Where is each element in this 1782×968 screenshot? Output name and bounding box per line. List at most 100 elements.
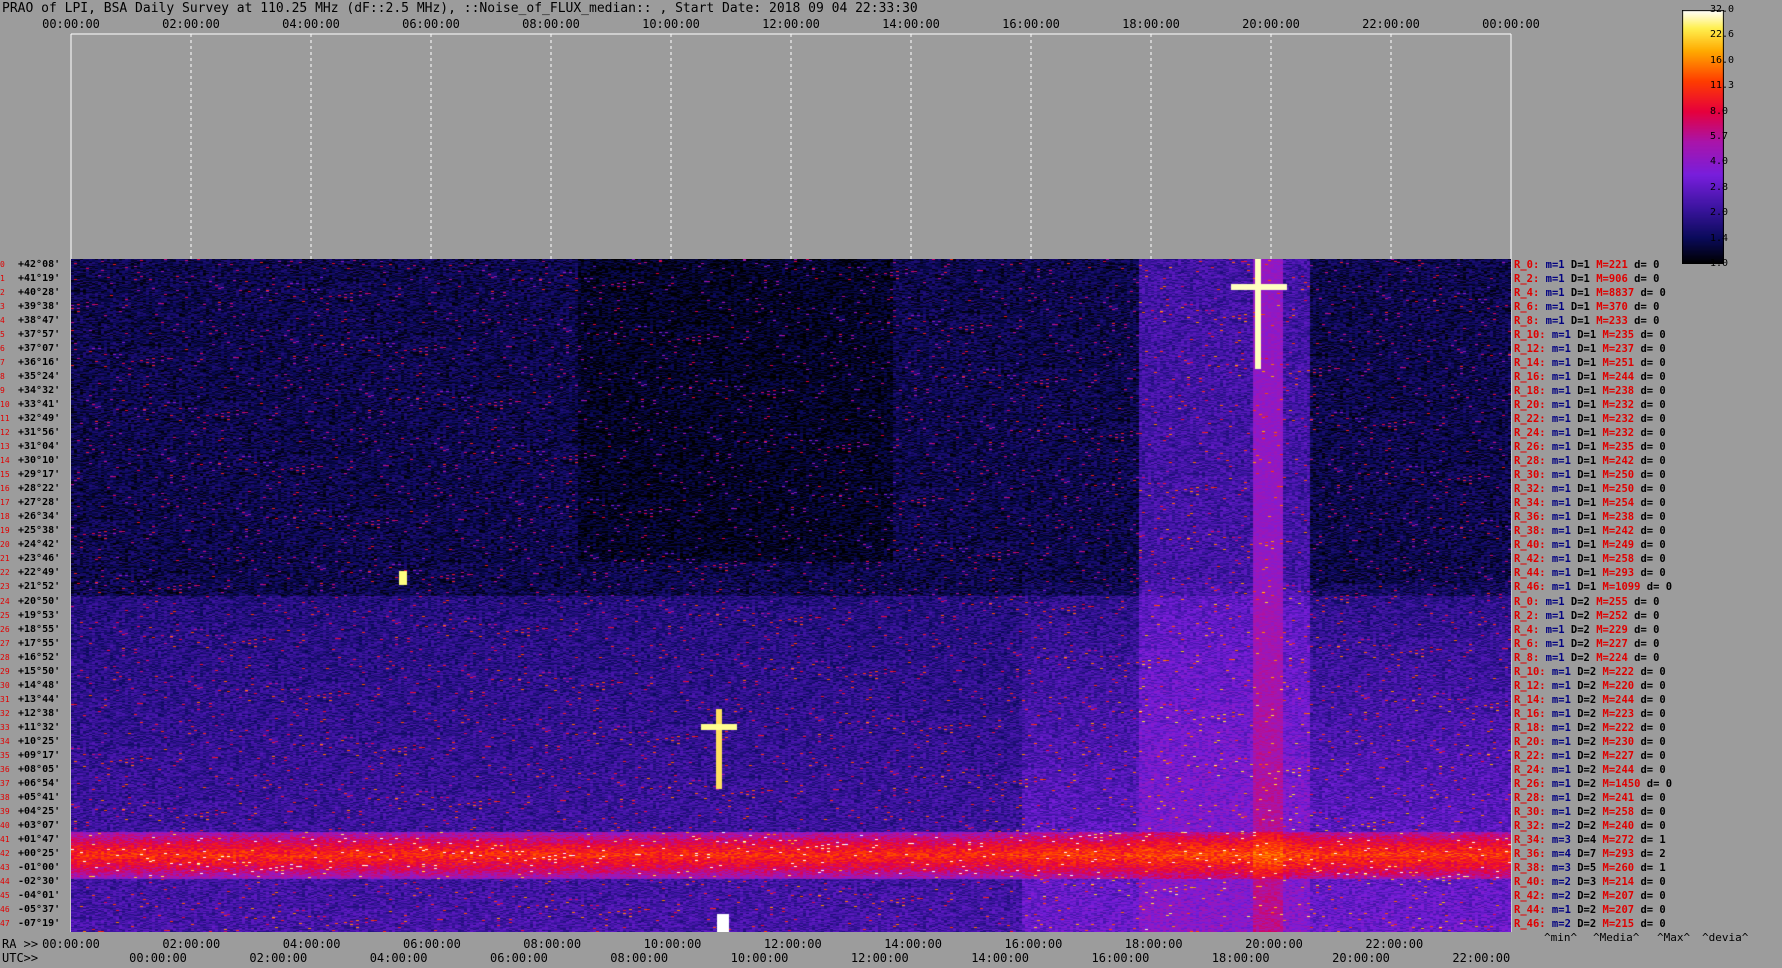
row-index: 12 [0, 428, 10, 438]
row-stat-D: D=1 [1564, 287, 1590, 300]
row-stat-M: M=244 [1596, 693, 1635, 706]
row-stat-m: m=1 [1545, 399, 1571, 412]
top-tick-label: 20:00:00 [1242, 17, 1300, 31]
row-stat-M: M=244 [1596, 371, 1635, 384]
declination-label: -05°37' [18, 903, 61, 915]
row-stat-d: d= 0 [1634, 455, 1666, 468]
row-stat-r: R_34: [1514, 833, 1546, 846]
declination-label: +14°48' [18, 679, 61, 691]
row-index: 34 [0, 736, 10, 746]
row-stat: R_2: m=1 D=1 M=906 d= 0 [1514, 274, 1659, 285]
row-stat: R_44: m=1 D=2 M=207 d= 0 [1514, 905, 1666, 916]
declination-label: +18°55' [18, 623, 61, 635]
row-stat-r: R_46: [1514, 917, 1546, 930]
row-stat-r: R_36: [1514, 511, 1546, 524]
row-stat-D: D=1 [1570, 371, 1597, 384]
row-index: 29 [0, 666, 10, 676]
colorbar-tick-label: 1.4 [1710, 232, 1729, 244]
row-stat-d: d= 0 [1634, 287, 1666, 300]
row-stat: R_24: m=1 D=1 M=232 d= 0 [1514, 428, 1666, 439]
row-stat-d: d= 0 [1634, 917, 1666, 930]
declination-label: +40°28' [18, 287, 61, 299]
row-stat-M: M=242 [1596, 455, 1635, 468]
ra-tick-label: 14:00:00 [884, 937, 942, 951]
row-stat: R_26: m=1 D=2 M=1450 d= 0 [1514, 779, 1672, 790]
row-stat-m: m=1 [1545, 679, 1571, 692]
row-stat-M: M=235 [1596, 441, 1635, 454]
row-stat-d: d= 0 [1627, 315, 1660, 328]
row-stat-D: D=4 [1570, 833, 1597, 846]
row-stat-d: d= 1 [1634, 833, 1666, 846]
declination-label: -02°30' [18, 875, 61, 887]
row-index: 7 [0, 358, 5, 368]
row-stat-M: M=233 [1589, 315, 1628, 328]
row-stat-m: m=1 [1545, 371, 1571, 384]
row-stat-D: D=2 [1564, 651, 1590, 664]
row-stat-r: R_42: [1514, 889, 1546, 902]
row-index: 6 [0, 344, 5, 354]
row-stat-M: M=227 [1596, 749, 1635, 762]
declination-label: +25°38' [18, 525, 61, 537]
row-stat-d: d= 0 [1634, 567, 1666, 580]
utc-tick-label: 00:00:00 [129, 951, 187, 965]
row-stat-M: M=207 [1596, 889, 1635, 902]
row-stat: R_18: m=1 D=2 M=222 d= 0 [1514, 721, 1666, 734]
row-stat-r: R_2: [1514, 609, 1540, 622]
colorbar-tick-label: 22.6 [1710, 29, 1735, 41]
row-index: 20 [0, 540, 10, 550]
declination-label: +36°16' [18, 357, 61, 369]
declination-label: +34°32' [18, 385, 61, 397]
row-stat-D: D=2 [1570, 889, 1597, 902]
row-stat-M: M=244 [1596, 763, 1635, 776]
row-stat-r: R_38: [1514, 861, 1546, 874]
declination-label: +10°25' [18, 735, 61, 747]
row-stat-r: R_30: [1514, 805, 1546, 818]
row-stat-d: d= 0 [1634, 791, 1666, 804]
row-stat: R_32: m=1 D=1 M=250 d= 0 [1514, 483, 1666, 496]
row-stat-M: M=220 [1596, 679, 1635, 692]
row-index: 24 [0, 596, 10, 606]
row-stat-m: m=1 [1545, 357, 1571, 370]
row-stat-M: M=249 [1596, 539, 1635, 552]
row-stat-D: D=2 [1564, 623, 1590, 636]
utc-tick-label: 12:00:00 [850, 951, 909, 965]
declination-label: -01°00' [18, 861, 61, 873]
row-index: 44 [0, 876, 10, 886]
row-stat: R_30: m=1 D=1 M=250 d= 0 [1514, 470, 1666, 481]
row-stat: R_12: m=1 D=2 M=220 d= 0 [1514, 679, 1666, 692]
row-stat-r: R_38: [1514, 525, 1546, 538]
row-stat-M: M=222 [1596, 721, 1635, 734]
declination-label: +37°57' [18, 329, 61, 341]
row-stat-r: R_34: [1514, 497, 1546, 510]
ra-tick-label: 10:00:00 [643, 937, 702, 951]
row-stat-d: d= 0 [1627, 595, 1660, 608]
declination-label: +28°22' [18, 483, 61, 495]
row-stat-r: R_16: [1514, 707, 1546, 720]
row-stat-d: d= 0 [1634, 763, 1666, 776]
row-stat-d: d= 0 [1634, 679, 1666, 692]
row-stat-m: m=1 [1545, 455, 1571, 468]
row-stat-m: m=1 [1545, 553, 1571, 566]
row-stat-D: D=2 [1564, 609, 1590, 622]
ra-tick-label: 12:00:00 [763, 937, 822, 951]
row-stat-m: m=1 [1539, 637, 1565, 650]
row-stat-M: M=258 [1596, 805, 1635, 818]
ra-tick-label: 02:00:00 [162, 937, 221, 951]
colorbar-tick-label: 11.3 [1710, 80, 1735, 92]
utc-tick-label: 10:00:00 [730, 951, 789, 965]
row-stat: R_36: m=1 D=1 M=238 d= 0 [1514, 511, 1666, 524]
row-stat-D: D=1 [1570, 329, 1597, 342]
row-stat: R_38: m=3 D=5 M=260 d= 1 [1514, 861, 1666, 874]
row-stat-M: M=250 [1596, 483, 1635, 496]
top-tick-label: 12:00:00 [762, 17, 820, 31]
utc-tick-label: 14:00:00 [971, 951, 1029, 965]
row-stat: R_14: m=1 D=1 M=251 d= 0 [1514, 357, 1666, 370]
row-index: 0 [0, 260, 5, 269]
row-index: 36 [0, 764, 10, 774]
ra-tick-label: 08:00:00 [523, 937, 582, 951]
row-stat-m: m=2 [1545, 889, 1571, 902]
row-stat-m: m=1 [1539, 315, 1565, 328]
row-stat-D: D=1 [1570, 553, 1597, 566]
row-stat-r: R_28: [1514, 791, 1546, 804]
declination-label: +15°50' [18, 665, 61, 677]
